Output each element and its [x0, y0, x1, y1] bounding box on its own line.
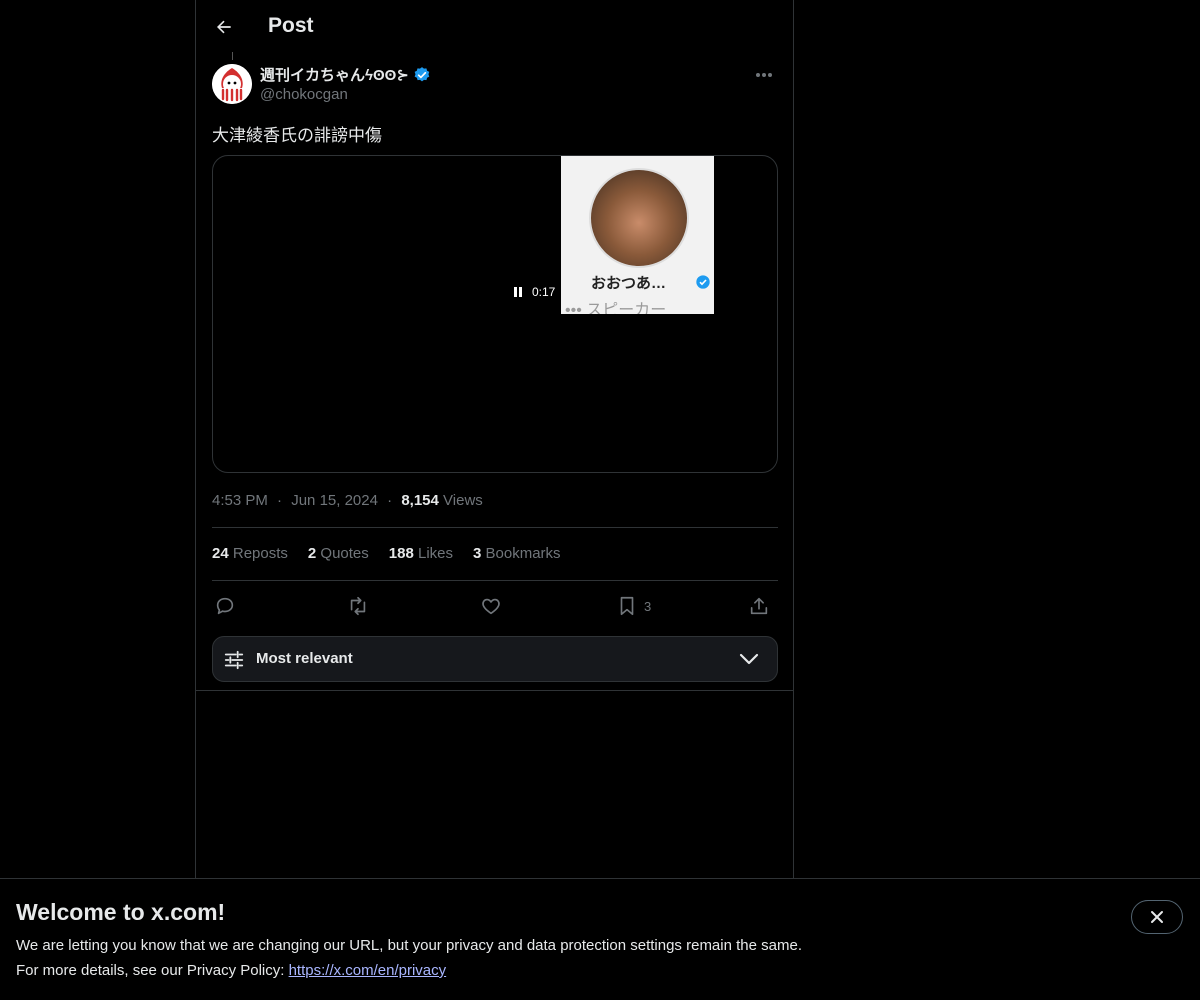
author-name-text: 週刊イカちゃんϟʘʘ⊱: [260, 67, 409, 84]
heart-icon: [482, 598, 500, 615]
tweet-date[interactable]: Jun 15, 2024: [291, 492, 378, 509]
repost-icon: [350, 596, 366, 616]
quotes-count: 2: [307, 545, 317, 562]
video-frame: おおつあ… ••• スピーカー: [561, 156, 714, 314]
bookmarks-label: Bookmarks: [485, 545, 561, 562]
pause-icon: [514, 287, 517, 297]
video-player[interactable]: おおつあ… ••• スピーカー 0:17: [212, 155, 778, 473]
likes-label: Likes: [417, 545, 454, 562]
reply-button[interactable]: [214, 592, 236, 620]
bookmark-count: 3: [644, 598, 652, 614]
tweet-time[interactable]: 4:53 PM: [212, 492, 268, 509]
welcome-banner: Welcome to x.com! We are letting you kno…: [0, 878, 1200, 1000]
views-count: 8,154: [401, 492, 439, 509]
quotes-label: Quotes: [320, 545, 369, 562]
engagement-stats: 24 Reposts 2 Quotes 188 Likes 3 Bookmark…: [212, 545, 561, 562]
speaker-photo: [589, 168, 689, 268]
verified-badge-icon: [414, 66, 430, 81]
views-label: Views: [443, 492, 483, 509]
main-column: Post 週刊イカちゃんϟʘʘ⊱ @chokocgan 大津綾香氏の誹謗中傷 お…: [195, 0, 794, 1000]
thread-line: [232, 52, 233, 60]
video-timecode: 0:17: [532, 285, 556, 299]
reposts-count: 24: [212, 545, 229, 562]
close-icon: [1151, 911, 1163, 923]
action-bar: 3: [212, 592, 778, 620]
tweet-meta: 4:53 PM · Jun 15, 2024 · 8,154 Views: [212, 492, 483, 509]
share-button[interactable]: [748, 592, 770, 620]
top-bar: Post: [196, 0, 793, 54]
more-horizontal-icon: [756, 73, 772, 77]
bookmarks-stat[interactable]: 3 Bookmarks: [473, 545, 561, 562]
squid-logo-icon: [212, 64, 252, 104]
tweet-text: 大津綾香氏の誹謗中傷: [212, 126, 382, 145]
banner-policy-line: For more details, see our Privacy Policy…: [16, 962, 446, 979]
bookmark-button[interactable]: 3: [616, 592, 651, 620]
sort-label: Most relevant: [256, 650, 353, 667]
chevron-down-icon: [739, 653, 759, 665]
avatar[interactable]: [212, 64, 252, 104]
likes-stat[interactable]: 188 Likes: [389, 545, 453, 562]
more-options-button[interactable]: [749, 64, 779, 86]
divider: [196, 690, 793, 691]
bookmarks-count: 3: [473, 545, 482, 562]
reposts-label: Reposts: [232, 545, 288, 562]
banner-message: We are letting you know that we are chan…: [16, 937, 802, 954]
page-title: Post: [268, 14, 314, 37]
banner-title: Welcome to x.com!: [16, 899, 226, 925]
meta-separator: ·: [277, 492, 283, 509]
reply-icon: [216, 597, 234, 615]
likes-count: 188: [388, 545, 414, 562]
pause-icon-bar: [519, 287, 522, 297]
reposts-stat[interactable]: 24 Reposts: [212, 545, 288, 562]
meta-separator: ·: [387, 492, 393, 509]
divider: [212, 580, 778, 581]
sliders-icon: [224, 650, 244, 670]
share-icon: [750, 597, 768, 615]
author-name[interactable]: 週刊イカちゃんϟʘʘ⊱: [260, 64, 431, 85]
repost-button[interactable]: [346, 592, 370, 620]
quotes-stat[interactable]: 2 Quotes: [308, 545, 369, 562]
author-handle[interactable]: @chokocgan: [260, 86, 348, 103]
arrow-left-icon: [217, 20, 231, 34]
divider: [212, 527, 778, 528]
banner-policy-text: For more details, see our Privacy Policy…: [16, 962, 289, 979]
sort-replies-dropdown[interactable]: Most relevant: [212, 636, 778, 682]
privacy-policy-link[interactable]: https://x.com/en/privacy: [289, 962, 447, 979]
like-button[interactable]: [480, 592, 502, 620]
back-button[interactable]: [206, 9, 242, 45]
close-banner-button[interactable]: [1131, 900, 1183, 934]
pause-button[interactable]: [511, 284, 525, 300]
speaker-name: おおつあ…: [591, 275, 667, 292]
verified-badge-icon: [696, 275, 710, 289]
speaker-role: ••• スピーカー: [565, 302, 667, 314]
bookmark-icon: [620, 596, 634, 616]
